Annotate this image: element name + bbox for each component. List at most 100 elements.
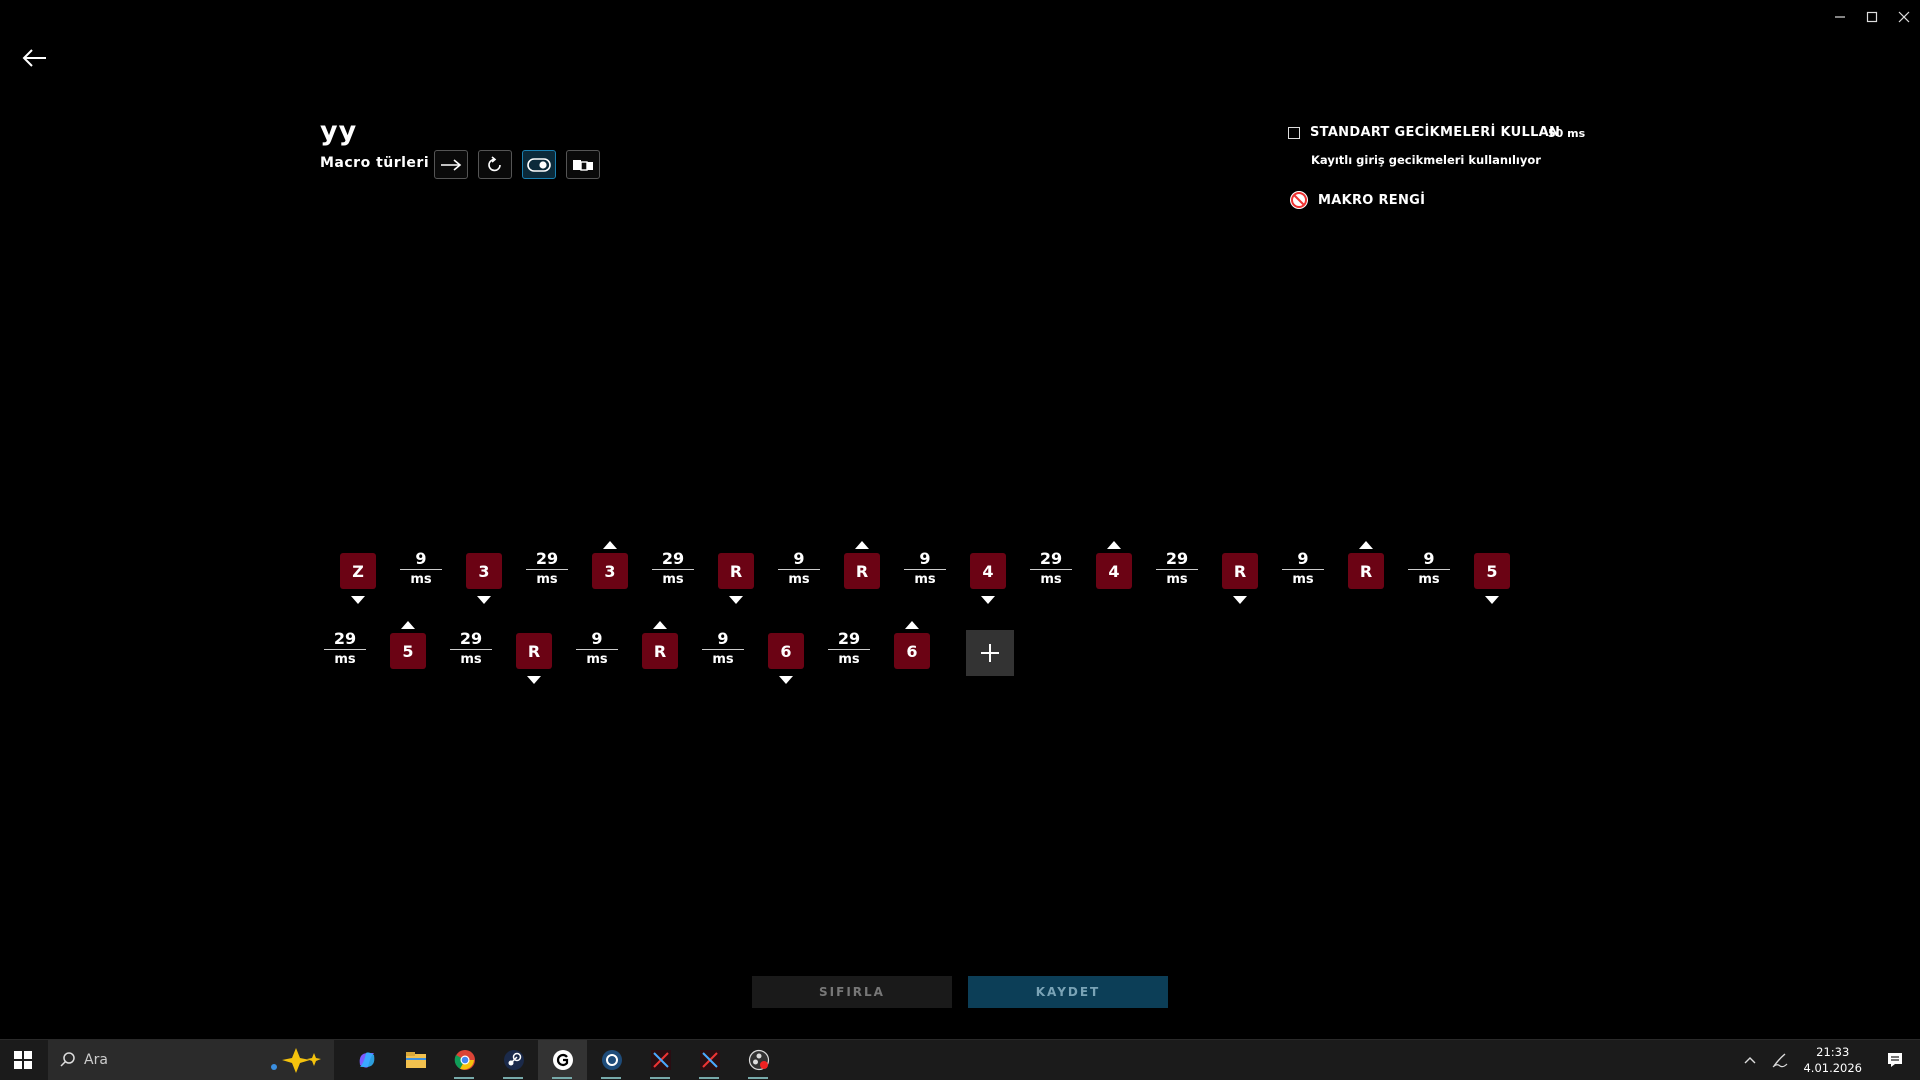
close-button[interactable] [1888, 0, 1920, 34]
save-button[interactable]: KAYDET [968, 976, 1168, 1008]
macro-key-down[interactable]: 5 [1474, 553, 1510, 589]
key-down-icon [779, 676, 793, 684]
macro-delay[interactable]: 9 ms [396, 549, 446, 590]
delay-unit: ms [1292, 572, 1314, 587]
windows-icon [14, 1051, 32, 1069]
obs-icon[interactable] [734, 1040, 783, 1080]
back-button[interactable] [22, 44, 56, 72]
delay-value: 29 [661, 549, 685, 568]
pen-icon[interactable] [1771, 1051, 1789, 1069]
macro-type-no-repeat[interactable] [434, 150, 468, 179]
maximize-button[interactable] [1856, 0, 1888, 34]
g-hub-icon[interactable] [538, 1040, 587, 1080]
macro-key-down[interactable]: Z [340, 553, 376, 589]
macro-delay[interactable]: 9 ms [774, 549, 824, 590]
key-up-icon [1359, 541, 1373, 549]
delay-value: 9 [1423, 549, 1435, 568]
macro-delay[interactable]: 9 ms [572, 629, 622, 670]
sequence-icon [573, 159, 593, 171]
macro-type-repeat[interactable] [478, 150, 512, 179]
steam-icon[interactable] [489, 1040, 538, 1080]
macro-key-down[interactable]: 4 [970, 553, 1006, 589]
clock-date: 4.01.2026 [1803, 1061, 1862, 1075]
delay-value: 29 [535, 549, 559, 568]
delay-unit: ms [662, 572, 684, 587]
key-down-icon [527, 676, 541, 684]
delay-unit: ms [586, 652, 608, 667]
macro-key-down[interactable]: R [1222, 553, 1258, 589]
macro-key-down[interactable]: 6 [768, 633, 804, 669]
standard-delay-option[interactable]: STANDART GECİKMELERİ KULLAN [1288, 125, 1560, 140]
macro-delay[interactable]: 29 ms [1152, 549, 1202, 590]
sparkle-icon [271, 1048, 321, 1073]
key-down-icon [477, 596, 491, 604]
delay-unit: ms [712, 652, 734, 667]
macro-key-up[interactable]: 5 [390, 633, 426, 669]
macro-type-sequence[interactable] [566, 150, 600, 179]
macro-color-label: MAKRO RENGİ [1318, 192, 1426, 208]
arrow-right-icon [441, 158, 462, 171]
system-tray: 21:33 4.01.2026 [1743, 1040, 1920, 1080]
standard-delay-checkbox[interactable] [1288, 126, 1300, 139]
macro-delay[interactable]: 29 ms [648, 549, 698, 590]
macro-delay[interactable]: 29 ms [824, 629, 874, 670]
macro-type-toggle[interactable] [522, 150, 556, 179]
macro-delay[interactable]: 29 ms [320, 629, 370, 670]
delay-value: 29 [1039, 549, 1063, 568]
standard-delay-value[interactable]: 50 ms [1548, 127, 1585, 140]
macro-key-down[interactable]: 3 [466, 553, 502, 589]
macro-key-down[interactable]: R [718, 553, 754, 589]
start-button[interactable] [0, 1040, 46, 1080]
delay-unit: ms [1166, 572, 1188, 587]
macro-delay[interactable]: 9 ms [698, 629, 748, 670]
delay-unit: ms [838, 652, 860, 667]
macro-delay[interactable]: 29 ms [446, 629, 496, 670]
delay-value: 29 [459, 629, 483, 648]
reset-button[interactable]: SIFIRLA [752, 976, 952, 1008]
add-step-button[interactable] [966, 630, 1014, 676]
key-down-icon [1485, 596, 1499, 604]
delay-unit: ms [788, 572, 810, 587]
macro-delay[interactable]: 9 ms [900, 549, 950, 590]
macro-key-up[interactable]: R [844, 553, 880, 589]
macro-delay[interactable]: 29 ms [522, 549, 572, 590]
chevron-up-icon[interactable] [1743, 1055, 1757, 1065]
taskbar-apps [342, 1040, 783, 1080]
game2-icon[interactable] [685, 1040, 734, 1080]
game-icon[interactable] [636, 1040, 685, 1080]
macro-key-up[interactable]: 3 [592, 553, 628, 589]
macro-key-down[interactable]: R [516, 633, 552, 669]
delay-unit: ms [1040, 572, 1062, 587]
copilot-icon[interactable] [342, 1040, 391, 1080]
macro-delay[interactable]: 9 ms [1278, 549, 1328, 590]
delay-unit: ms [536, 572, 558, 587]
macro-key-up[interactable]: R [642, 633, 678, 669]
minimize-button[interactable] [1824, 0, 1856, 34]
chrome-icon[interactable] [440, 1040, 489, 1080]
file-explorer-icon[interactable] [391, 1040, 440, 1080]
macro-name[interactable]: yy [320, 116, 357, 147]
app-icon[interactable] [587, 1040, 636, 1080]
notification-icon[interactable] [1886, 1051, 1904, 1069]
macro-key-up[interactable]: R [1348, 553, 1384, 589]
recorded-delay-note: Kayıtlı giriş gecikmeleri kullanılıyor [1311, 153, 1541, 167]
clock[interactable]: 21:33 4.01.2026 [1803, 1044, 1862, 1076]
window-controls [1824, 0, 1920, 34]
delay-value: 9 [793, 549, 805, 568]
key-down-icon [981, 596, 995, 604]
taskbar-search[interactable]: Ara [48, 1040, 334, 1080]
macro-types-label: Macro türleri [320, 155, 430, 171]
macro-key-up[interactable]: 4 [1096, 553, 1132, 589]
delay-value: 9 [717, 629, 729, 648]
arrow-left-icon [22, 49, 46, 67]
delay-unit: ms [334, 652, 356, 667]
macro-delay[interactable]: 29 ms [1026, 549, 1076, 590]
macro-delay[interactable]: 9 ms [1404, 549, 1454, 590]
delay-value: 29 [1165, 549, 1189, 568]
key-up-icon [905, 621, 919, 629]
macro-key-up[interactable]: 6 [894, 633, 930, 669]
key-down-icon [351, 596, 365, 604]
macro-color-option[interactable]: MAKRO RENGİ [1288, 189, 1425, 211]
search-placeholder: Ara [84, 1052, 108, 1068]
key-up-icon [855, 541, 869, 549]
